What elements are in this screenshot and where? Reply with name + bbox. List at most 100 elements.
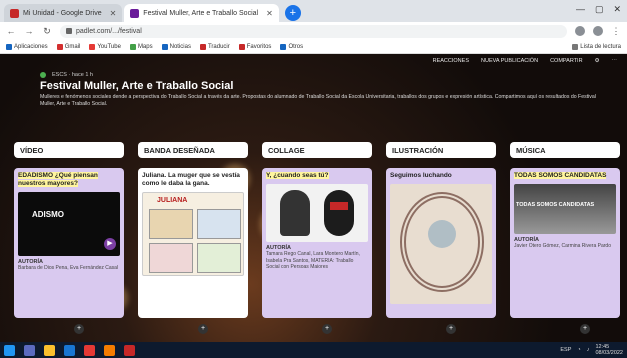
file-explorer-icon[interactable] <box>44 344 55 356</box>
add-post-icon[interactable]: + <box>580 324 590 334</box>
minimize-icon[interactable]: — <box>576 4 585 15</box>
post-card[interactable]: Juliana. La muger que se vestía como le … <box>138 168 248 318</box>
bookmark-item[interactable]: Maps <box>129 43 153 50</box>
bookmark-item[interactable]: Favoritos <box>238 43 272 50</box>
bookmark-item[interactable]: Noticias <box>161 43 191 50</box>
new-tab-button[interactable]: + <box>284 5 301 21</box>
edge-icon[interactable] <box>64 344 75 356</box>
bookmark-icon <box>89 43 96 50</box>
bookmark-label: Lista de lectura <box>580 43 621 50</box>
post-card[interactable]: Y, ¿cuando seas tú? AUTORÍA Tamara Rego … <box>262 168 372 318</box>
clock[interactable]: 12:45 08/03/2022 <box>595 344 623 356</box>
share-button[interactable]: COMPARTIR <box>550 58 583 64</box>
profile-icon[interactable] <box>593 26 603 36</box>
post-title: EDADISMO ¿Qué piensan nuestros mayores? <box>18 172 98 187</box>
settings-icon[interactable]: ⚙ <box>595 58 600 64</box>
column-illustration: ILUSTRACIÓN Seguimos luchando <box>386 142 496 318</box>
extension-icon[interactable] <box>575 26 585 36</box>
address-bar[interactable]: padlet.com/.../festival <box>60 24 567 38</box>
menu-icon[interactable]: ⋮ <box>611 26 621 37</box>
post-card[interactable]: EDADISMO ¿Qué piensan nuestros mayores? … <box>14 168 124 318</box>
forward-icon[interactable]: → <box>24 26 34 36</box>
drive-favicon-icon <box>10 8 19 18</box>
author-credits: Tamara Rego Canal, Lara Montero Martín, … <box>266 251 360 270</box>
language-indicator[interactable]: ESP <box>560 347 571 353</box>
bookmark-icon <box>6 43 12 50</box>
bookmark-item[interactable]: Gmail <box>56 43 80 50</box>
comic-panel <box>197 243 241 273</box>
close-tab-icon[interactable]: ✕ <box>266 9 273 18</box>
board-header: ESCS · hace 1 h Festival Muller, Arte e … <box>40 72 610 108</box>
comic-panel <box>149 209 193 239</box>
bookmark-icon <box>280 43 287 50</box>
bookmark-label: Noticias <box>169 43 191 50</box>
bookmark-label: Aplicaciones <box>14 43 48 50</box>
os-taskbar: ESP ◔ ♪ 12:45 08/03/2022 <box>0 342 627 358</box>
music-thumbnail[interactable]: TODAS SOMOS CANDIDATAS <box>514 184 616 234</box>
bookmark-item[interactable]: YouTube <box>89 43 121 50</box>
bookmark-label: Favoritos <box>246 43 272 50</box>
illustration-center <box>428 220 456 248</box>
add-post-icon[interactable]: + <box>322 324 332 334</box>
wifi-icon[interactable]: ◔ <box>577 347 580 353</box>
tab-drive[interactable]: Mi Unidad - Google Drive ✕ <box>4 4 123 22</box>
board-meta-text: ESCS · hace 1 h <box>52 72 93 78</box>
window-controls: — ▢ ✕ <box>576 4 621 15</box>
video-thumbnail[interactable]: ADISMO ▶ <box>18 192 120 256</box>
post-card[interactable]: Seguimos luchando <box>386 168 496 318</box>
bookmark-item[interactable]: Otros <box>280 43 304 50</box>
bookmark-item[interactable]: Lista de lectura <box>572 43 621 50</box>
app-icon[interactable] <box>104 344 115 356</box>
column-header[interactable]: BANDA DESEÑADA <box>138 142 248 158</box>
bookmark-label: Maps <box>137 43 153 50</box>
add-post-icon[interactable]: + <box>198 324 208 334</box>
bookmark-label: Otros <box>288 43 304 50</box>
add-post-icon[interactable]: + <box>446 324 456 334</box>
tab-label: Festival Muller, Arte e Traballo Social <box>143 9 259 17</box>
column-collage: COLLAGE Y, ¿cuando seas tú? AUTORÍA Tama… <box>262 142 372 318</box>
column-header[interactable]: ILUSTRACIÓN <box>386 142 496 158</box>
bookmark-icon <box>238 43 245 50</box>
column-header[interactable]: COLLAGE <box>262 142 372 158</box>
pdf-icon[interactable] <box>124 344 135 356</box>
bookmark-label: Traducir <box>207 43 230 50</box>
avatar <box>40 72 46 78</box>
start-icon[interactable] <box>4 344 15 356</box>
post-title: Juliana. La muger que se vestía como le … <box>142 172 240 187</box>
bookmark-item[interactable]: Traducir <box>199 43 230 50</box>
tab-padlet[interactable]: Festival Muller, Arte e Traballo Social … <box>124 4 279 22</box>
page-title: Festival Muller, Arte e Traballo Social <box>40 80 234 92</box>
bookmark-icon <box>161 43 168 50</box>
post-title: Y, ¿cuando seas tú? <box>266 172 329 179</box>
volume-icon[interactable]: ♪ <box>587 347 590 353</box>
back-icon[interactable]: ← <box>6 26 16 36</box>
chrome-icon[interactable] <box>84 344 95 356</box>
board-description: Mulleres e fenómenos sociales dende a pe… <box>40 94 596 107</box>
new-post-button[interactable]: NUEVA PUBLICACIÓN <box>481 58 538 64</box>
more-icon[interactable]: ⋯ <box>612 58 618 64</box>
comic-image[interactable]: JULIANA <box>142 192 244 276</box>
column-music: MÚSICA TODAS SOMOS CANDIDATAS TODAS SOMO… <box>510 142 620 318</box>
post-title: Seguimos luchando <box>390 172 452 179</box>
reload-icon[interactable]: ↻ <box>42 26 52 37</box>
bookmark-icon <box>129 43 136 50</box>
padlet-board: REACCIONES NUEVA PUBLICACIÓN COMPARTIR ⚙… <box>0 54 627 342</box>
column-video: VÍDEO EDADISMO ¿Qué piensan nuestros may… <box>14 142 124 318</box>
reactions-button[interactable]: REACCIONES <box>433 58 469 64</box>
post-card[interactable]: TODAS SOMOS CANDIDATAS TODAS SOMOS CANDI… <box>510 168 620 318</box>
search-icon[interactable] <box>24 344 35 356</box>
column-header[interactable]: VÍDEO <box>14 142 124 158</box>
add-post-icon[interactable]: + <box>74 324 84 334</box>
maximize-icon[interactable]: ▢ <box>595 4 604 15</box>
collage-face <box>324 190 354 236</box>
comic-title-text: JULIANA <box>157 197 188 204</box>
collage-image[interactable] <box>266 184 368 242</box>
illustration-image[interactable] <box>390 184 492 304</box>
close-window-icon[interactable]: ✕ <box>613 4 621 15</box>
play-icon[interactable]: ▶ <box>104 238 116 250</box>
close-tab-icon[interactable]: ✕ <box>110 9 117 18</box>
column-header[interactable]: MÚSICA <box>510 142 620 158</box>
column-comic: BANDA DESEÑADA Juliana. La muger que se … <box>138 142 248 318</box>
bookmark-item[interactable]: Aplicaciones <box>6 43 48 50</box>
board-meta: ESCS · hace 1 h <box>40 72 610 78</box>
